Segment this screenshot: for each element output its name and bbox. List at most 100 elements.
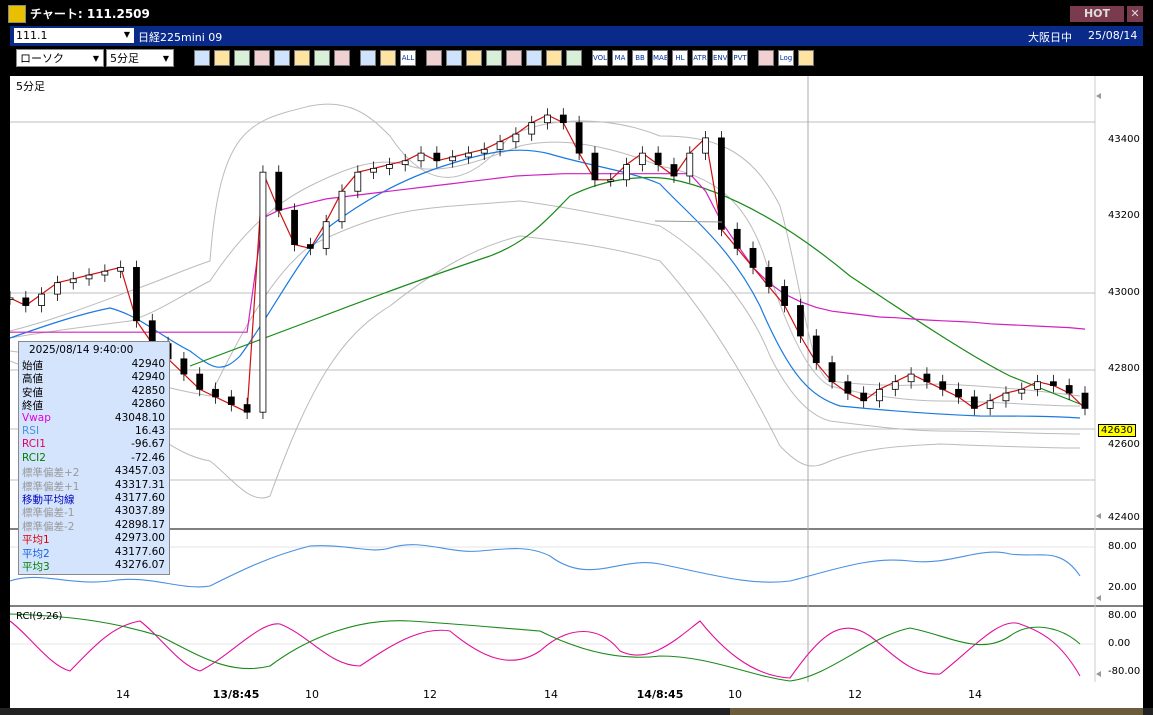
info-row-value: 43276.07	[114, 559, 165, 571]
bar-chart2-icon[interactable]	[380, 50, 396, 66]
cursor-icon[interactable]	[274, 50, 290, 66]
candle-body	[812, 335, 820, 364]
window-titlebar: チャート: 111.2509 HOT ✕	[0, 0, 1153, 26]
target-icon[interactable]	[446, 50, 462, 66]
info-row-value: 43037.89	[114, 505, 165, 518]
close-icon[interactable]: ✕	[1127, 6, 1143, 22]
sort-icon[interactable]	[486, 50, 502, 66]
price-tick-label: 42800	[1108, 363, 1140, 374]
candle-body	[212, 388, 219, 398]
tool-atr-button[interactable]: ATR	[692, 50, 708, 66]
candle-body	[275, 171, 283, 211]
time-tick-label: 10	[305, 688, 319, 701]
chevron-down-icon[interactable]: ▼	[121, 29, 133, 41]
symbol-name: 日経225mini 09	[138, 31, 223, 44]
tool-env-button[interactable]: ENV	[712, 50, 728, 66]
tool-ma-button[interactable]: MA	[612, 50, 628, 66]
info-row-value: 42940	[131, 371, 165, 384]
info-row: 標準偏差+1 43317.31	[22, 479, 165, 493]
chart-type-value: ローソク	[20, 52, 64, 65]
tool-all-button[interactable]: ALL	[400, 50, 416, 66]
candle-body	[828, 362, 836, 383]
export-icon[interactable]	[798, 50, 814, 66]
zoom-icon[interactable]	[194, 50, 210, 66]
tool-pvt-button[interactable]: PVT	[732, 50, 748, 66]
window-icon[interactable]	[214, 50, 230, 66]
candle-body	[401, 160, 409, 165]
info-row: 平均3 43276.07	[22, 559, 165, 573]
candle-body	[354, 171, 362, 192]
candle-body	[180, 358, 188, 375]
draw-line-icon[interactable]	[234, 50, 250, 66]
tool-hl-button[interactable]: HL	[672, 50, 688, 66]
time-tick-label: 13/8:45	[212, 688, 260, 701]
trash-icon[interactable]	[334, 50, 350, 66]
candle-body	[733, 228, 741, 249]
chevron-down-icon[interactable]: ▼	[160, 53, 172, 65]
rci-tick-label: 0.00	[1108, 638, 1131, 649]
candle-body	[465, 152, 472, 158]
rci-tick-label: 80.00	[1108, 610, 1137, 621]
info-row: RSI 16.43	[22, 425, 165, 438]
candle-body	[670, 164, 678, 177]
candle-body	[338, 190, 346, 223]
horizontal-scrollbar[interactable]	[0, 708, 1153, 715]
price-tick-label: 42600	[1108, 439, 1140, 450]
info-row-key: RCI2	[22, 451, 46, 464]
chart-canvas[interactable]	[10, 76, 1143, 682]
time-tick-label: 14/8:45	[636, 688, 684, 701]
bar-chart-icon[interactable]	[360, 50, 376, 66]
info-row: RCI1 -96.67	[22, 438, 165, 451]
candle-body	[243, 404, 251, 413]
hot-button[interactable]: HOT	[1070, 6, 1124, 22]
info-row: 安値 42850	[22, 384, 165, 399]
info-row-value: 42898.17	[114, 518, 165, 531]
info-row-key: RCI1	[22, 438, 46, 451]
candle-body	[970, 396, 978, 409]
rci1-line	[10, 620, 1081, 679]
candle-body	[386, 164, 393, 169]
candle-body	[860, 392, 868, 402]
memo-icon[interactable]	[314, 50, 330, 66]
wrench-icon[interactable]	[546, 50, 562, 66]
pencil-icon[interactable]	[254, 50, 270, 66]
info-row: Vwap 43048.10	[22, 412, 165, 425]
time-tick-label: 14	[968, 688, 982, 701]
chart-panel[interactable]: 5分足 43400 43200 43000 42800 42600 42400 …	[10, 76, 1143, 682]
tools-icon[interactable]	[526, 50, 542, 66]
settings-icon[interactable]	[506, 50, 522, 66]
session-label: 大阪日中	[1028, 31, 1072, 44]
chart-icon[interactable]	[466, 50, 482, 66]
candle-body	[85, 274, 93, 280]
undo-icon[interactable]	[294, 50, 310, 66]
info-row: 標準偏差-1 43037.89	[22, 505, 165, 519]
price-close-line	[10, 114, 1086, 414]
tool-bb-button[interactable]: BB	[632, 50, 648, 66]
candle-body	[259, 171, 267, 413]
candle-body	[306, 244, 314, 249]
window2-icon[interactable]	[758, 50, 774, 66]
alert-icon[interactable]	[426, 50, 442, 66]
symbol-code-select[interactable]: 111.1 ▼	[14, 28, 134, 43]
palette-icon[interactable]	[566, 50, 582, 66]
info-row-value: 16.43	[134, 425, 165, 437]
candle-body	[891, 381, 899, 390]
candle-body	[196, 373, 204, 390]
tool-log-button[interactable]: Log	[778, 50, 794, 66]
rsi-tick-label: 80.00	[1108, 541, 1137, 552]
candle-body	[623, 164, 630, 181]
candle-body	[907, 373, 915, 383]
tool-mae-button[interactable]: MAE	[652, 50, 668, 66]
info-row: 始値 42940	[22, 358, 165, 372]
candle-body	[591, 152, 599, 181]
timeframe-select[interactable]: 5分足 ▼	[106, 49, 174, 67]
info-row-value: 42850	[131, 384, 165, 397]
tool-vol-button[interactable]: VOL	[592, 50, 608, 66]
bollinger-bands	[10, 103, 1081, 499]
chevron-down-icon[interactable]: ▼	[90, 53, 102, 65]
candlestick-series	[10, 108, 1089, 420]
candle-body	[322, 221, 330, 249]
chart-type-select[interactable]: ローソク ▼	[16, 49, 104, 67]
scrollbar-thumb[interactable]	[730, 708, 1143, 715]
info-row-value: 43177.60	[114, 492, 165, 504]
